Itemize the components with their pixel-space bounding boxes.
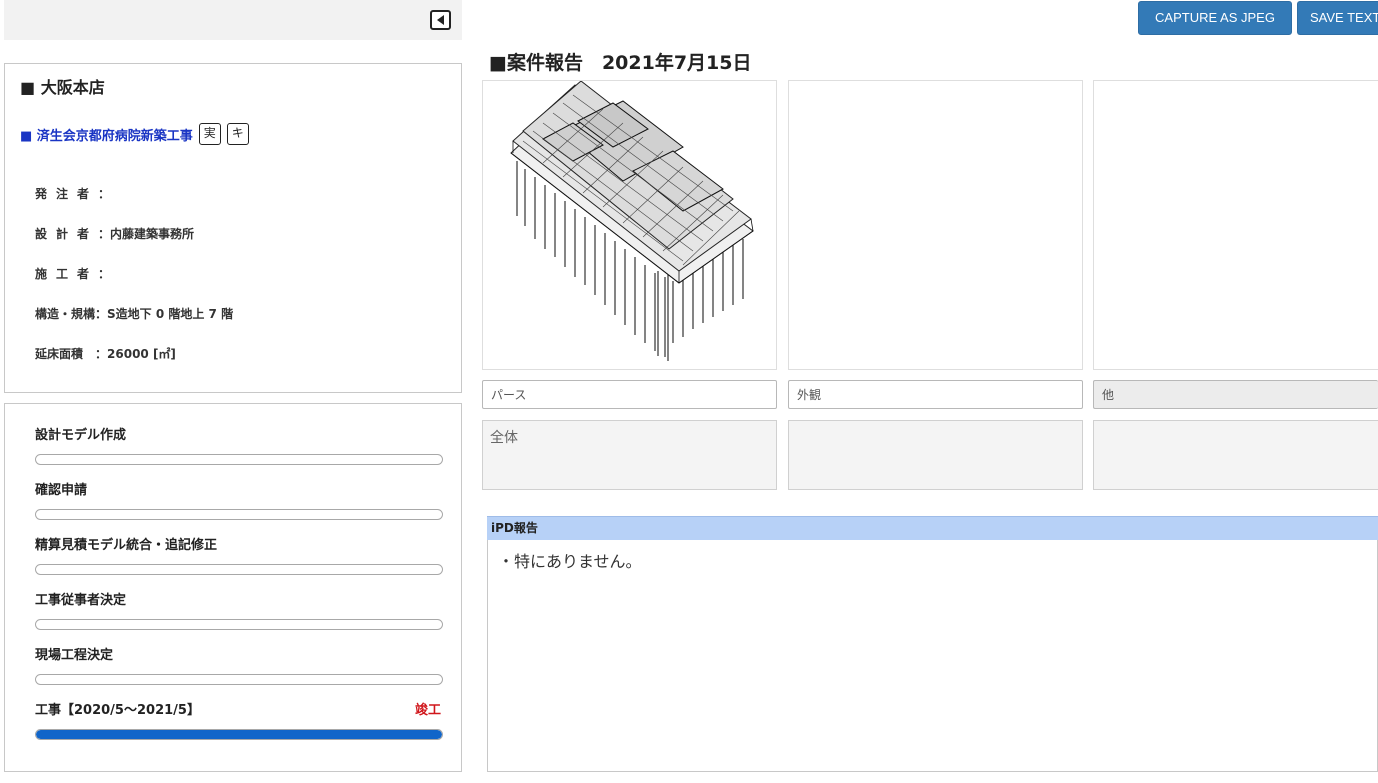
- progress-bar: [35, 619, 443, 630]
- tag-jitsu-button[interactable]: 実: [198, 123, 221, 145]
- step-label: 工事【2020/5～2021/5】: [35, 703, 200, 718]
- image-slot-1[interactable]: [482, 80, 777, 370]
- caption-input-2[interactable]: [788, 380, 1083, 409]
- sidebar-topbar: [4, 0, 462, 40]
- building-model-image: [510, 81, 754, 361]
- ipd-report-header: iPD報告: [487, 516, 1378, 540]
- step-label: 設計モデル作成: [35, 428, 127, 443]
- ipd-report-body[interactable]: ・特にありません。: [487, 540, 1378, 772]
- step-label: 現場工程決定: [35, 648, 114, 663]
- progress-bar: [35, 509, 443, 520]
- office-title: ■ 大阪本店: [20, 78, 105, 97]
- project-info-panel: ■ 大阪本店 ■ 済生会京都府病院新築工事 実 キ 発注者： 設計者：内藤建築事…: [4, 63, 462, 393]
- caption-input-1[interactable]: [482, 380, 777, 409]
- caption-input-3[interactable]: [1093, 380, 1378, 409]
- progress-bar: [35, 674, 443, 685]
- report-title: ■案件報告 2021年7月15日: [489, 52, 752, 74]
- description-box-3[interactable]: [1093, 420, 1378, 490]
- description-box-2[interactable]: [788, 420, 1083, 490]
- progress-bar: [35, 729, 443, 740]
- image-slot-2[interactable]: [788, 80, 1083, 370]
- info-structure: 構造・規構：S造地下 0 階地上 7 階: [35, 307, 234, 321]
- collapse-left-icon[interactable]: [430, 10, 451, 30]
- info-contractor: 施工者：: [35, 267, 111, 281]
- step-label: 確認申請: [35, 483, 88, 498]
- tag-ki-button[interactable]: キ: [226, 123, 249, 145]
- progress-panel: 設計モデル作成 確認申請 精算見積モデル統合・追記修正 工事従事者決定 現場工程…: [4, 403, 462, 772]
- description-box-1[interactable]: 全体: [482, 420, 777, 490]
- progress-fill: [36, 730, 442, 739]
- info-orderer: 発注者：: [35, 187, 111, 201]
- progress-bar: [35, 564, 443, 575]
- status-badge: 竣工: [414, 703, 441, 718]
- image-slot-3[interactable]: [1093, 80, 1378, 370]
- step-label: 精算見積モデル統合・追記修正: [35, 538, 218, 553]
- capture-jpeg-button[interactable]: CAPTURE AS JPEG: [1138, 1, 1292, 35]
- save-text-button[interactable]: SAVE TEXT: [1297, 1, 1378, 35]
- step-label: 工事従事者決定: [35, 593, 127, 608]
- info-floor-area: 延床面積 ：26000 [㎡]: [35, 347, 176, 361]
- project-name-link[interactable]: ■ 済生会京都府病院新築工事: [20, 125, 193, 144]
- progress-bar: [35, 454, 443, 465]
- info-designer: 設計者：内藤建築事務所: [35, 227, 195, 241]
- project-row: ■ 済生会京都府病院新築工事 実 キ: [20, 123, 249, 145]
